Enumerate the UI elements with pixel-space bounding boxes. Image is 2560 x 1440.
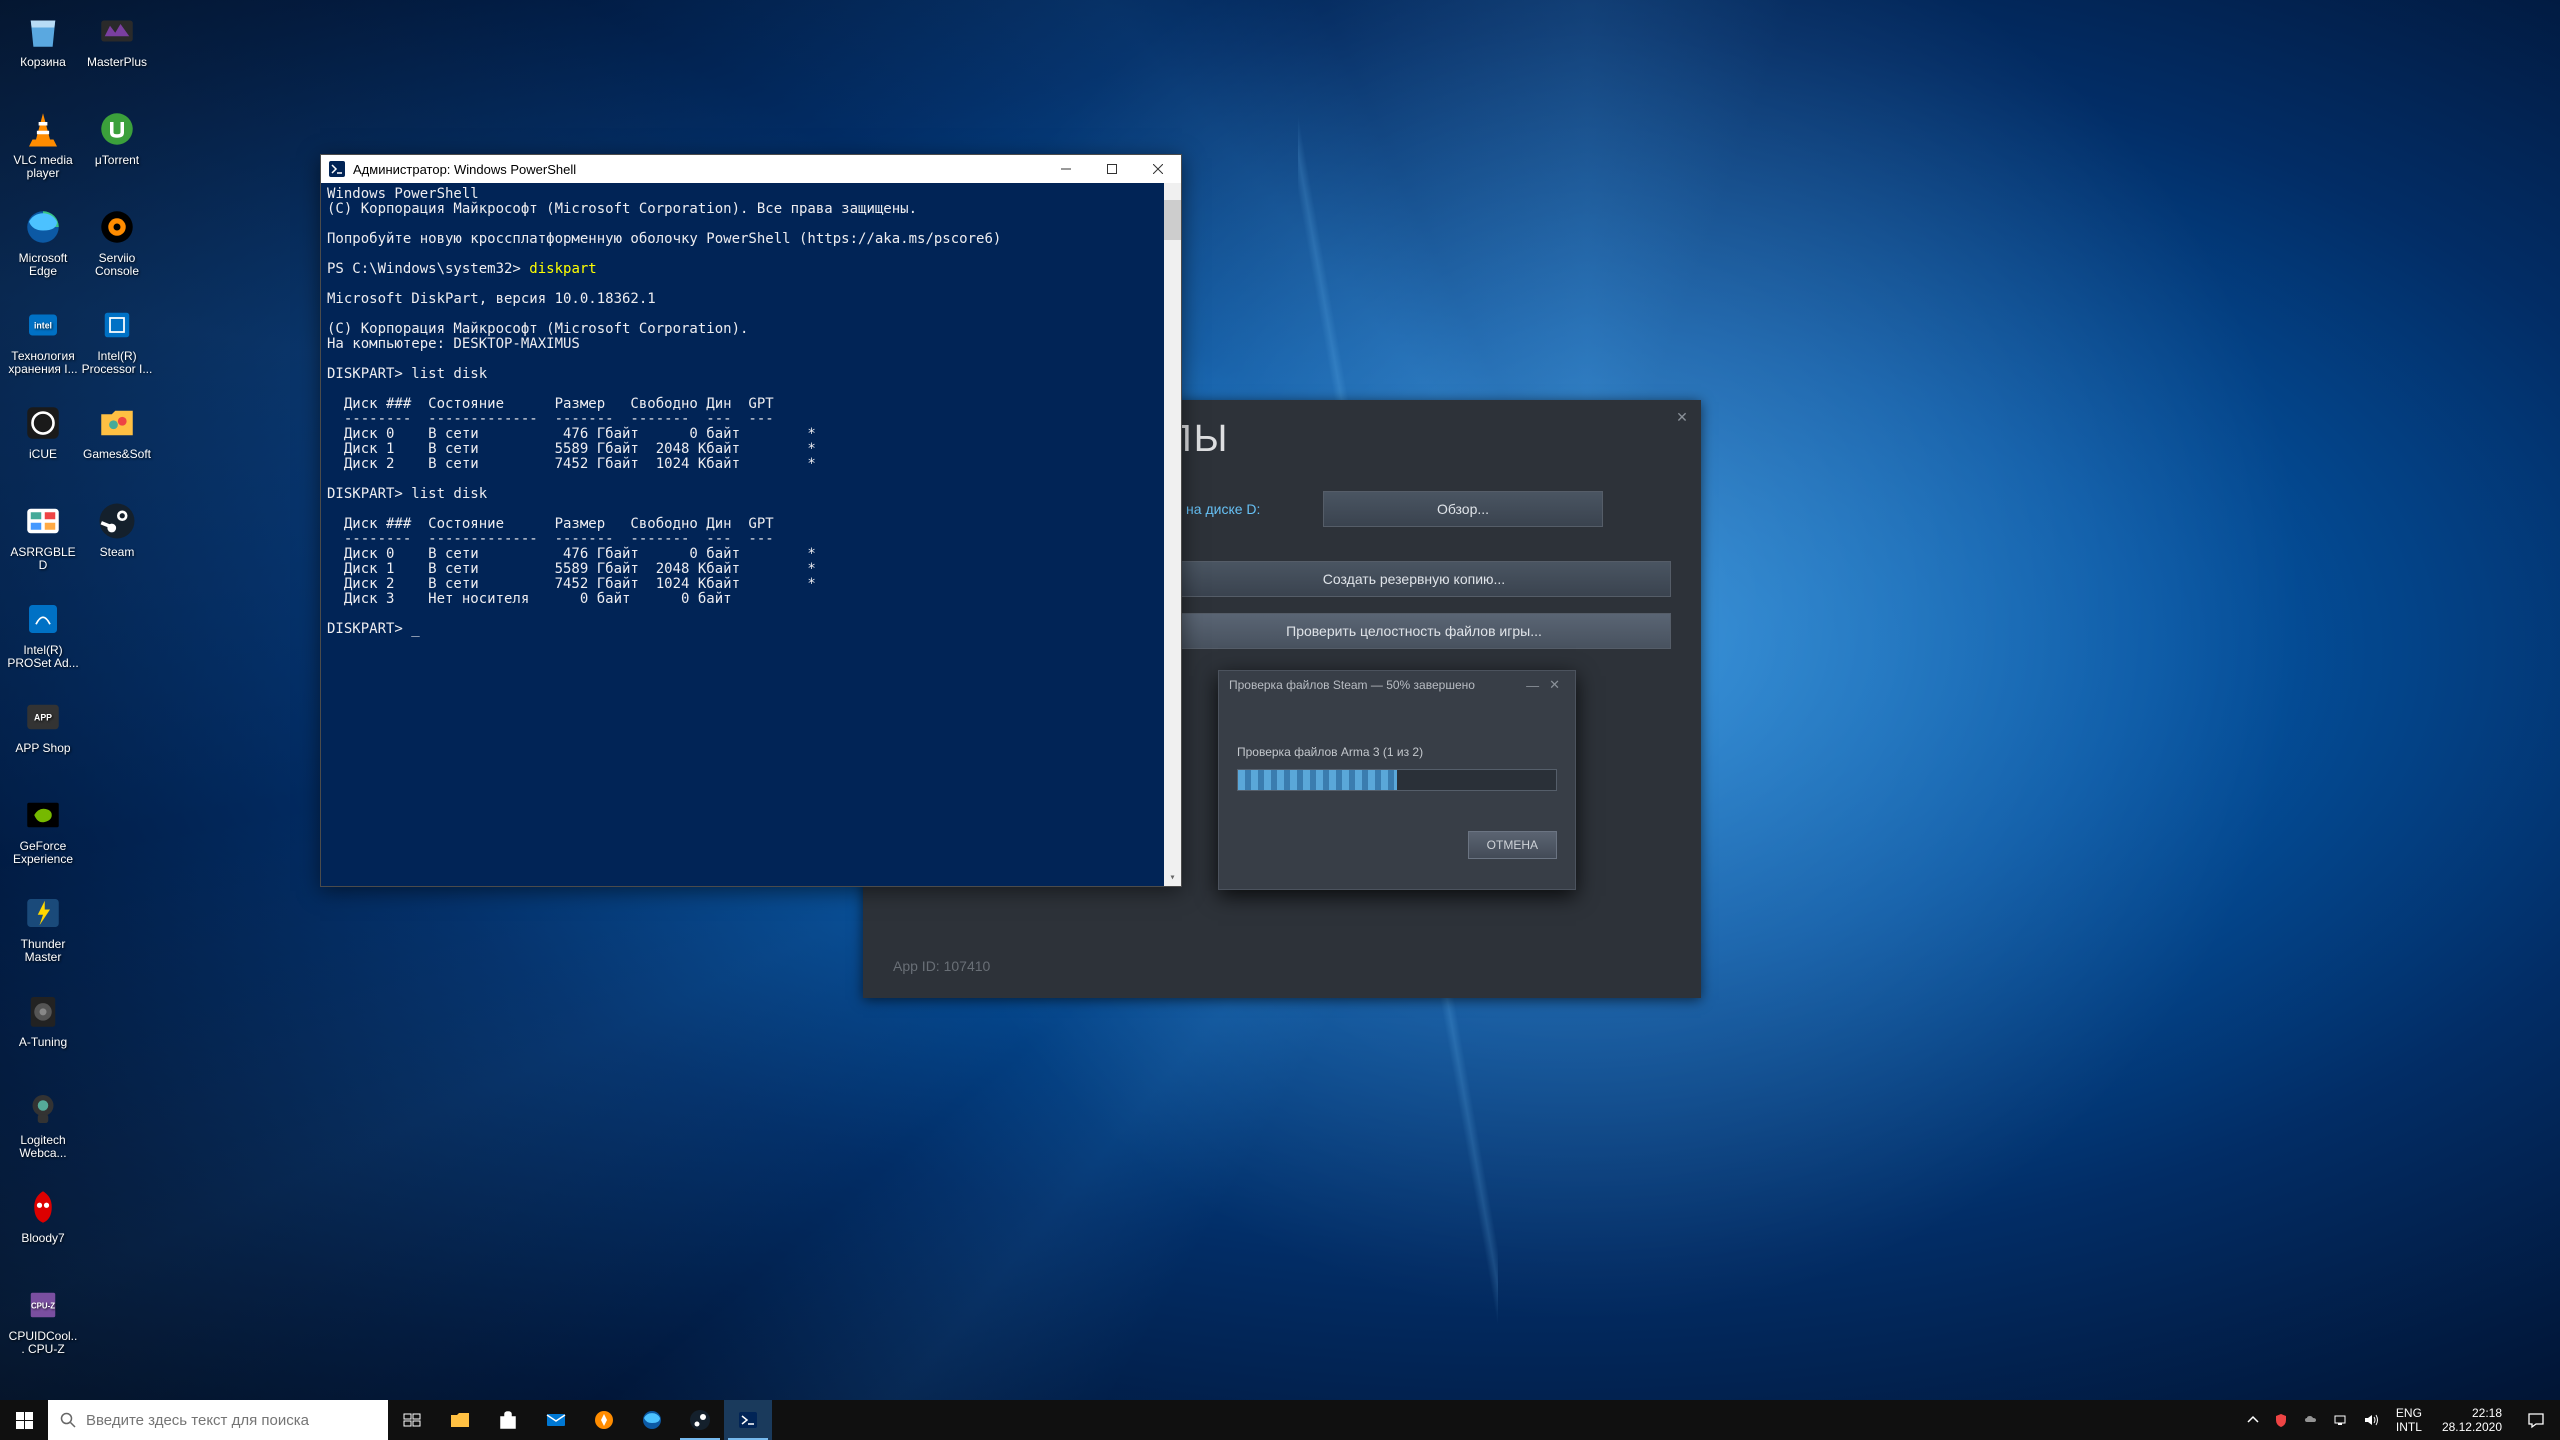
- start-button[interactable]: [0, 1400, 48, 1440]
- close-button[interactable]: [1135, 155, 1181, 183]
- desktop-icon-cpuz[interactable]: CPU-Z CPUIDCool... CPU-Z: [6, 1280, 80, 1378]
- taskbar-powershell[interactable]: [724, 1400, 772, 1440]
- powershell-output[interactable]: Windows PowerShell (C) Корпорация Майкро…: [321, 183, 1181, 886]
- desktop-icon-thunder-master[interactable]: Thunder Master: [6, 888, 80, 986]
- desktop-icon-atuning[interactable]: A-Tuning: [6, 986, 80, 1084]
- steam-verify-dialog: Проверка файлов Steam — 50% завершено — …: [1218, 670, 1576, 890]
- taskbar-edge[interactable]: [628, 1400, 676, 1440]
- icon-label: Serviio Console: [81, 252, 153, 278]
- desktop-icon-vlc[interactable]: VLC media player: [6, 104, 80, 202]
- taskbar-store[interactable]: [484, 1400, 532, 1440]
- taskbar-search[interactable]: [48, 1400, 388, 1440]
- icon-label: iCUE: [29, 448, 57, 461]
- steam-backup-button[interactable]: Создать резервную копию...: [1157, 561, 1671, 597]
- taskbar-app-orange[interactable]: [580, 1400, 628, 1440]
- icon-label: CPUIDCool... CPU-Z: [7, 1330, 79, 1356]
- tray-volume-icon[interactable]: [2356, 1400, 2386, 1440]
- powershell-titlebar[interactable]: Администратор: Windows PowerShell: [321, 155, 1181, 183]
- desktop-icon-logitech[interactable]: Logitech Webca...: [6, 1084, 80, 1182]
- icon-label: Корзина: [20, 56, 66, 69]
- verify-dialog-title: Проверка файлов Steam — 50% завершено: [1229, 678, 1521, 692]
- verify-message: Проверка файлов Arma 3 (1 из 2): [1237, 745, 1557, 759]
- powershell-window: Администратор: Windows PowerShell Window…: [320, 154, 1182, 887]
- tray-language[interactable]: ENGINTL: [2386, 1406, 2432, 1434]
- icon-label: Logitech Webca...: [7, 1134, 79, 1160]
- verify-close-button[interactable]: ✕: [1544, 677, 1565, 693]
- icon-label: APP Shop: [15, 742, 70, 755]
- desktop-icon-games-folder[interactable]: Games&Soft: [80, 398, 154, 496]
- desktop-icon-intel-proset[interactable]: Intel(R) PROSet Ad...: [6, 594, 80, 692]
- desktop-icons: Корзина VLC media player Microsoft Edge …: [6, 6, 154, 1378]
- desktop-icon-edge[interactable]: Microsoft Edge: [6, 202, 80, 300]
- desktop-icon-intel-processor[interactable]: Intel(R) Processor I...: [80, 300, 154, 398]
- icon-label: VLC media player: [7, 154, 79, 180]
- taskbar-steam[interactable]: [676, 1400, 724, 1440]
- desktop-icon-geforce[interactable]: GeForce Experience: [6, 790, 80, 888]
- icon-label: Games&Soft: [83, 448, 151, 461]
- taskbar-file-explorer[interactable]: [436, 1400, 484, 1440]
- svg-text:CPU-Z: CPU-Z: [31, 1302, 55, 1311]
- taskbar-mail[interactable]: [532, 1400, 580, 1440]
- search-input[interactable]: [86, 1412, 376, 1429]
- desktop-icon-intel-storage[interactable]: intel Технология хранения I...: [6, 300, 80, 398]
- verify-cancel-button[interactable]: ОТМЕНА: [1468, 831, 1557, 859]
- desktop-icon-bloody[interactable]: Bloody7: [6, 1182, 80, 1280]
- icon-label: A-Tuning: [19, 1036, 67, 1049]
- tray-notifications[interactable]: [2512, 1400, 2560, 1440]
- icon-label: Intel(R) PROSet Ad...: [7, 644, 79, 670]
- desktop-icon-icue[interactable]: iCUE: [6, 398, 80, 496]
- desktop-icon-serviio[interactable]: Serviio Console: [80, 202, 154, 300]
- system-tray: ENGINTL 22:1828.12.2020: [2240, 1400, 2560, 1440]
- desktop-icon-app-shop[interactable]: APP APP Shop: [6, 692, 80, 790]
- steam-app-id: App ID: 107410: [893, 958, 990, 974]
- icon-label: Технология хранения I...: [7, 350, 79, 376]
- desktop-icon-asrock-rgb[interactable]: ASRRGBLED: [6, 496, 80, 594]
- verify-progress-bar: [1237, 769, 1557, 791]
- scroll-thumb[interactable]: [1164, 200, 1181, 240]
- icon-label: ASRRGBLED: [7, 546, 79, 572]
- tray-network-icon[interactable]: [2326, 1400, 2356, 1440]
- maximize-button[interactable]: [1089, 155, 1135, 183]
- task-view-button[interactable]: [388, 1400, 436, 1440]
- icon-label: Bloody7: [21, 1232, 64, 1245]
- minimize-button[interactable]: [1043, 155, 1089, 183]
- powershell-title: Администратор: Windows PowerShell: [353, 162, 1043, 177]
- svg-text:intel: intel: [34, 321, 52, 331]
- desktop-icon-utorrent[interactable]: μTorrent: [80, 104, 154, 202]
- icon-label: MasterPlus: [87, 56, 147, 69]
- tray-show-hidden-icon[interactable]: [2240, 1400, 2266, 1440]
- taskbar: ENGINTL 22:1828.12.2020: [0, 1400, 2560, 1440]
- icon-label: Microsoft Edge: [7, 252, 79, 278]
- tray-onedrive-icon[interactable]: [2296, 1400, 2326, 1440]
- desktop-icon-masterplus[interactable]: MasterPlus: [80, 6, 154, 104]
- verify-minimize-button[interactable]: —: [1521, 678, 1544, 693]
- icon-label: Intel(R) Processor I...: [81, 350, 153, 376]
- steam-close-button[interactable]: ✕: [1675, 410, 1689, 424]
- tray-clock[interactable]: 22:1828.12.2020: [2432, 1406, 2512, 1434]
- verify-progress-fill: [1238, 770, 1397, 790]
- steam-verify-button[interactable]: Проверить целостность файлов игры...: [1157, 613, 1671, 649]
- scrollbar[interactable]: ▴ ▾: [1164, 183, 1181, 886]
- icon-label: μTorrent: [95, 154, 139, 167]
- desktop-icon-recycle-bin[interactable]: Корзина: [6, 6, 80, 104]
- icon-label: Steam: [100, 546, 135, 559]
- scroll-down-button[interactable]: ▾: [1164, 869, 1181, 886]
- svg-text:APP: APP: [34, 713, 52, 723]
- icon-label: Thunder Master: [7, 938, 79, 964]
- steam-browse-button[interactable]: Обзор...: [1323, 491, 1603, 527]
- desktop-icon-steam[interactable]: Steam: [80, 496, 154, 594]
- powershell-icon: [329, 161, 345, 177]
- tray-security-icon[interactable]: [2266, 1400, 2296, 1440]
- icon-label: GeForce Experience: [7, 840, 79, 866]
